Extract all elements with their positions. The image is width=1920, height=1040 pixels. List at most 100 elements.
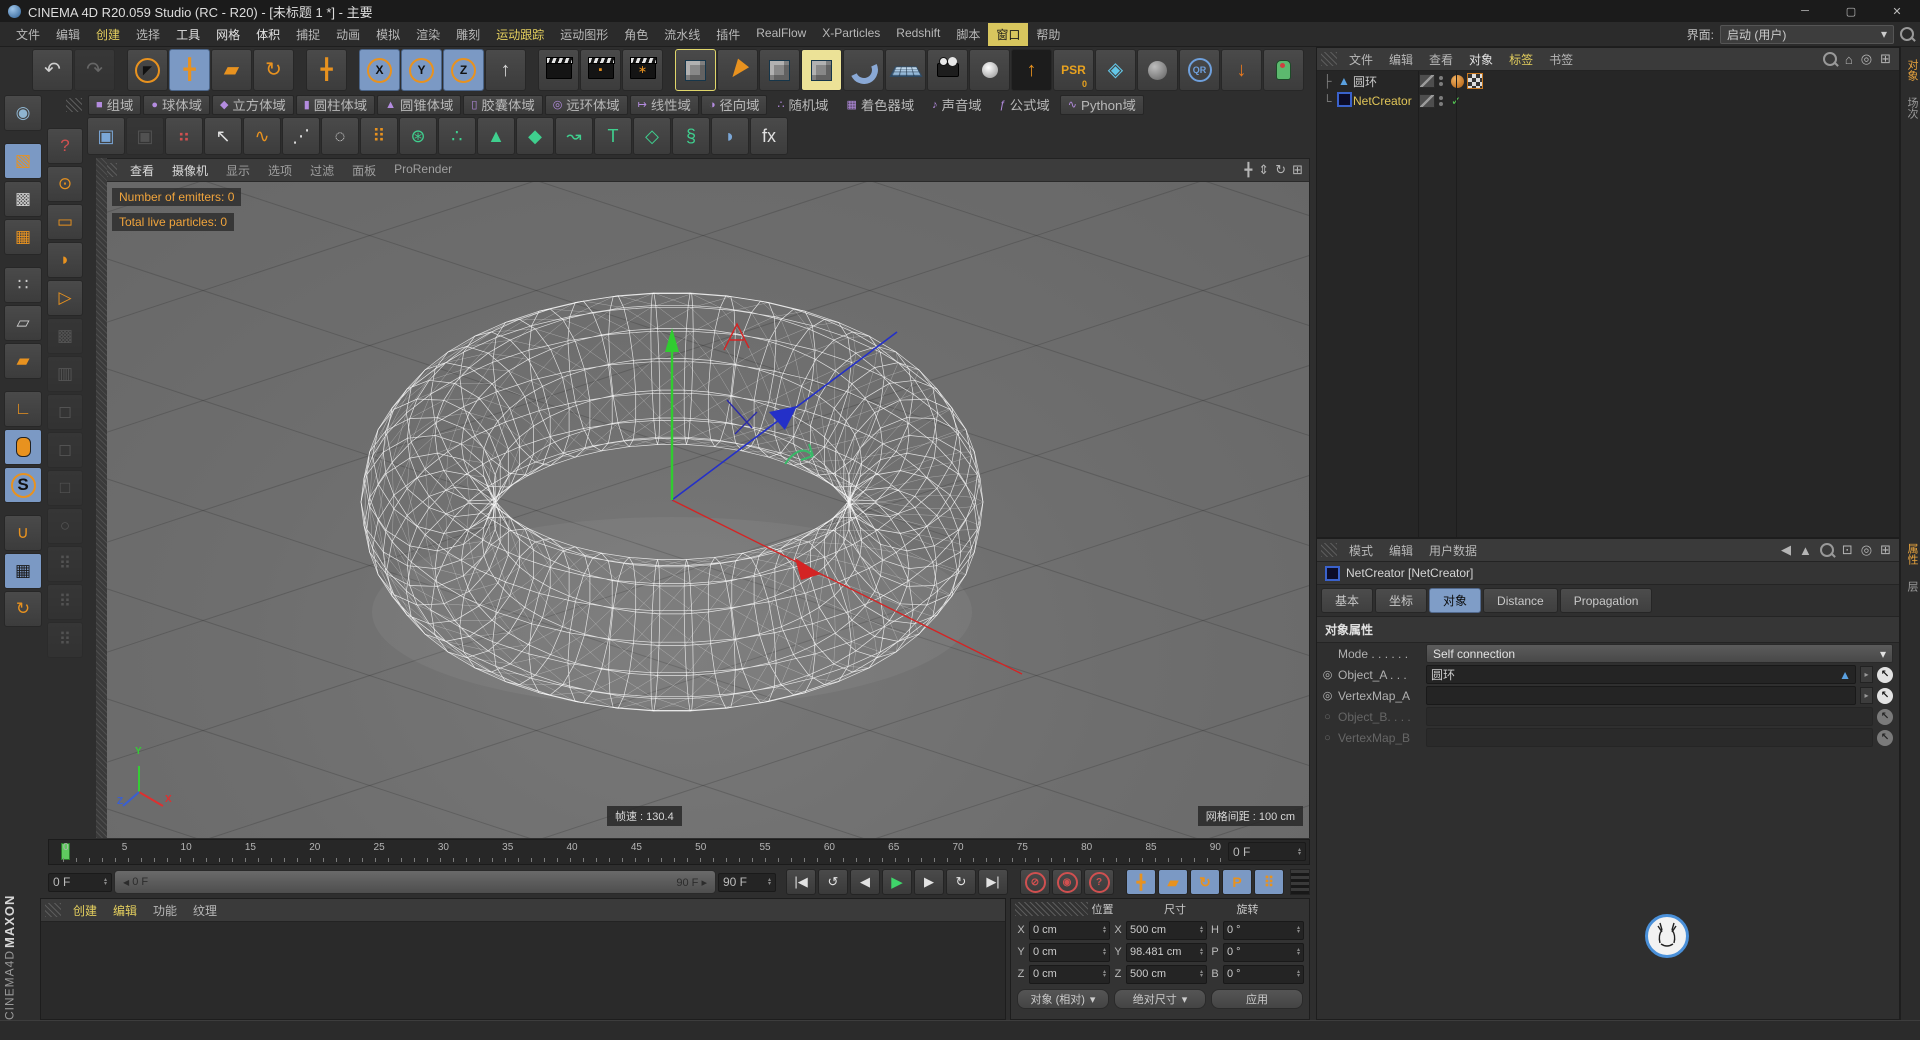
camera-icon[interactable] [927,49,968,91]
object-name[interactable]: 圆环 [1353,73,1419,90]
viewport-zoom-icon[interactable]: ⇕ [1258,162,1269,178]
panel-vertical-tab[interactable]: 层 [1901,573,1920,600]
rotate-tool-icon[interactable]: ↻ [253,49,294,91]
preview-range-slider[interactable]: ◀ 0 F 90 F ▸ [114,870,716,894]
toolbar-separator[interactable] [348,50,358,90]
random-effector-icon[interactable]: ∴ [438,117,476,155]
menu-item[interactable]: 动画 [328,23,368,46]
menu-item[interactable]: 文件 [1341,48,1381,71]
toolbar-separator[interactable] [116,50,126,90]
fracture-tool-icon[interactable]: ▩ [47,318,83,354]
gap[interactable] [4,257,40,265]
scale-tool-icon[interactable]: ▰ [211,49,252,91]
dots-grid-icon[interactable]: ⠿ [47,546,83,582]
sphere-field-button[interactable]: ● 球体域 [143,94,210,115]
menu-item[interactable]: Redshift [888,23,948,46]
add-icon[interactable]: ⊞ [1880,51,1891,67]
plain-effector-icon[interactable]: ⊛ [399,117,437,155]
keyframe-help-button[interactable]: ? [1084,869,1114,895]
key-parameter-button[interactable]: P [1222,869,1252,895]
powerslider-settings-icon[interactable] [1290,869,1310,895]
menu-item[interactable]: 脚本 [948,23,988,46]
python-field-button[interactable]: ∿ Python域 [1059,94,1144,115]
menu-item[interactable]: 运动图形 [552,23,616,46]
cloner-disabled-icon[interactable]: ▣ [126,117,164,155]
earth-icon[interactable]: ◉ [4,95,42,131]
menu-item[interactable]: 渲染 [408,23,448,46]
menu-item[interactable]: 创建 [65,899,105,922]
visibility-dots[interactable] [1439,96,1443,106]
goto-start-button[interactable]: |◀ [786,869,816,895]
lock-icon[interactable]: ⊡ [1842,542,1853,558]
mospline-cube-icon[interactable]: ◇ [633,117,671,155]
next-frame-button[interactable]: ▶ [914,869,944,895]
menu-item[interactable]: 捕捉 [288,23,328,46]
cone-field-button[interactable]: ▲ 圆锥体域 [377,94,462,115]
viewport-toggle-icon[interactable]: ⊞ [1292,162,1303,178]
clone-tool-icon[interactable]: ◻ [47,432,83,468]
size-field[interactable]: 500 cm ▴ ▾ [1126,964,1207,984]
cape-icon[interactable]: ◗ [711,117,749,155]
menu-item[interactable]: 文件 [8,23,48,46]
stage-icon[interactable]: ↑ [1011,49,1052,91]
snap-icon[interactable]: S [4,467,42,503]
voronoi-icon[interactable]: ◆ [516,117,554,155]
viewport-menu-item[interactable]: 显示 [217,160,259,181]
gap[interactable] [4,381,40,389]
size-field[interactable]: 500 cm ▴ ▾ [1126,920,1207,940]
floor-icon[interactable] [885,49,926,91]
cube-field-button[interactable]: ◆ 立方体域 [211,94,294,115]
menu-item[interactable]: RealFlow [748,23,814,46]
add-icon[interactable]: ⊞ [1880,542,1891,558]
menu-item[interactable]: 模式 [1341,539,1381,562]
toolbar-separator[interactable] [664,50,674,90]
random-field-button[interactable]: ∴ 随机域 [769,95,836,115]
viewport-menu-item[interactable]: 选项 [259,160,301,181]
panel-vertical-tab[interactable]: 场次 [1901,89,1920,127]
gap[interactable] [4,133,40,141]
edges-mode-icon[interactable]: ▱ [4,305,42,341]
link-menu-icon[interactable]: ▸ [1860,666,1873,683]
cube-wire-icon[interactable]: □ [47,470,83,506]
workplane-rotate-icon[interactable]: ↻ [4,591,42,627]
sphere-wire-icon[interactable]: ○ [47,508,83,544]
rotation-field[interactable]: 0 ° ▴ ▾ [1223,920,1304,940]
menu-item[interactable]: 雕刻 [448,23,488,46]
coordinate-system-icon[interactable]: ↑ [485,49,526,91]
key-position-button[interactable]: ╋ [1126,869,1156,895]
previous-frame-button[interactable]: ◀ [850,869,880,895]
cylinder-field-button[interactable]: ▮ 圆柱体域 [295,94,376,115]
menu-item[interactable]: 对象 [1461,48,1501,71]
viewport-rotate-icon[interactable]: ↻ [1275,162,1286,178]
menu-item[interactable]: 窗口 [988,22,1029,46]
circle-points-icon[interactable]: ◌ [321,117,359,155]
mode-dropdown[interactable]: Self connection ▾ [1426,644,1893,663]
viewport-menu-item[interactable]: 过滤 [301,160,343,181]
capsule-field-button[interactable]: ▯ 胶囊体域 [463,94,543,115]
menu-item[interactable]: 查看 [1421,48,1461,71]
key-pla-button[interactable]: ⠿ [1254,869,1284,895]
render-toggle-icon[interactable] [1419,74,1435,88]
mouse-mode-icon[interactable] [4,429,42,465]
menu-item[interactable]: 网格 [208,23,248,46]
object-name[interactable]: NetCreator [1353,94,1419,108]
attribute-tab[interactable]: 基本 [1321,588,1374,613]
viewport-menu-item[interactable]: 面板 [343,160,385,181]
gap[interactable] [4,505,40,513]
close-button[interactable]: ✕ [1874,0,1920,22]
timeline-ruler[interactable]: 0 5 10 15 20 25 30 35 40 45 50 55 60 65 70 75 80 85 90 0 F… [48,839,1310,865]
polygons-mode-icon[interactable]: ▰ [4,343,42,379]
rotation-field[interactable]: 0 ° ▴ ▾ [1223,942,1304,962]
search-icon[interactable] [1822,52,1837,66]
axis-z-lock-icon[interactable]: Z [443,49,484,91]
menu-item[interactable]: X-Particles [814,23,888,46]
attribute-tab[interactable]: Propagation [1559,588,1653,613]
primitive-cube-icon[interactable] [675,49,716,91]
key-scale-button[interactable]: ▰ [1158,869,1188,895]
redo-icon[interactable]: ↷ [74,49,115,91]
last-tool-icon[interactable]: ╋ [306,49,347,91]
visibility-dots[interactable] [1439,76,1443,86]
array-tool-icon[interactable]: ◻ [47,394,83,430]
object-picker-icon[interactable]: ↖ [1877,666,1893,683]
apply-button[interactable]: 应用 [1211,989,1303,1009]
